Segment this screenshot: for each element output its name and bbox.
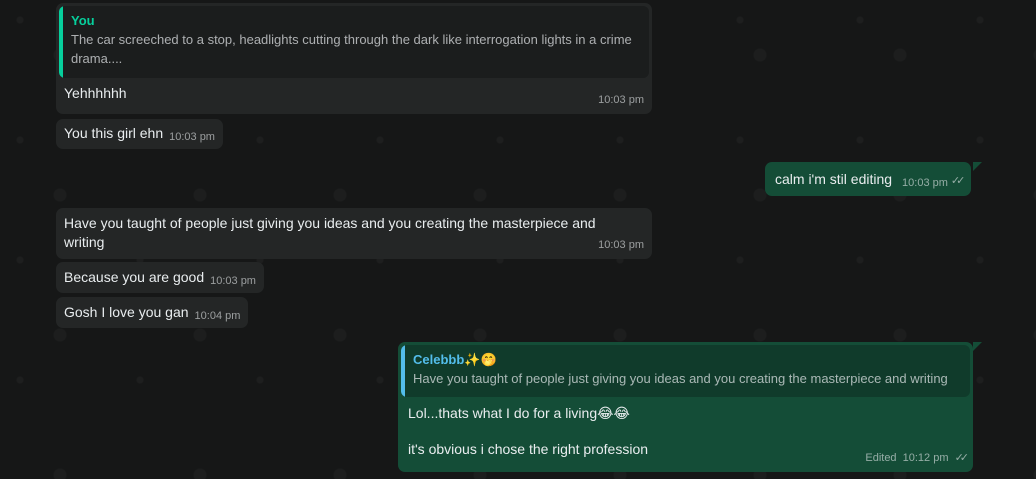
message-text: calm i'm stil editing xyxy=(775,171,893,187)
quote-author: You xyxy=(71,13,95,28)
message-bubble-incoming[interactable]: Have you taught of people just giving yo… xyxy=(56,208,652,259)
double-check-icon: ✓✓ xyxy=(954,452,970,464)
edited-label: Edited xyxy=(865,452,897,464)
message-text: Because you are good xyxy=(64,269,205,285)
quote-text: Have you taught of people just giving yo… xyxy=(413,371,948,386)
chat-panel: You The car screeched to a stop, headlig… xyxy=(0,0,1036,479)
message-time: 10:12 pm xyxy=(902,452,949,464)
message-time: 10:03 pm xyxy=(598,94,644,106)
message-meta: Edited 10:12 pm ✓✓ xyxy=(865,449,970,468)
message-text: Yehhhhhh xyxy=(64,85,127,101)
bubble-tail xyxy=(973,162,982,171)
message-time: 10:03 pm xyxy=(902,177,948,189)
message-time: 10:03 pm xyxy=(210,275,256,287)
quote-text: The car screeched to a stop, headlights … xyxy=(71,32,632,66)
quote-author: Celebbb✨🤭 xyxy=(413,352,497,367)
message-text: You this girl ehn xyxy=(64,125,164,141)
bubble-tail xyxy=(973,342,982,351)
message-text: Gosh I love you gan xyxy=(64,304,189,320)
double-check-icon: ✓✓ xyxy=(950,175,966,187)
message-text: Have you taught of people just giving yo… xyxy=(64,215,596,250)
message-bubble-outgoing[interactable]: calm i'm stil editing 10:03 pm ✓✓ xyxy=(765,162,972,196)
message-time: 10:03 pm xyxy=(169,131,215,143)
message-bubble-outgoing[interactable]: Celebbb✨🤭 Have you taught of people just… xyxy=(398,342,973,472)
quoted-message[interactable]: Celebbb✨🤭 Have you taught of people just… xyxy=(401,345,970,397)
message-bubble-incoming[interactable]: You this girl ehn 10:03 pm xyxy=(56,119,223,149)
quoted-message[interactable]: You The car screeched to a stop, headlig… xyxy=(59,6,649,78)
message-time: 10:03 pm xyxy=(598,239,644,251)
message-bubble-incoming[interactable]: Gosh I love you gan 10:04 pm xyxy=(56,297,249,328)
message-bubble-incoming[interactable]: You The car screeched to a stop, headlig… xyxy=(56,3,652,114)
message-time: 10:04 pm xyxy=(194,310,241,322)
message-bubble-incoming[interactable]: Because you are good 10:03 pm xyxy=(56,262,264,293)
message-text-line: Lol...thats what I do for a living😂😂 xyxy=(408,405,630,421)
